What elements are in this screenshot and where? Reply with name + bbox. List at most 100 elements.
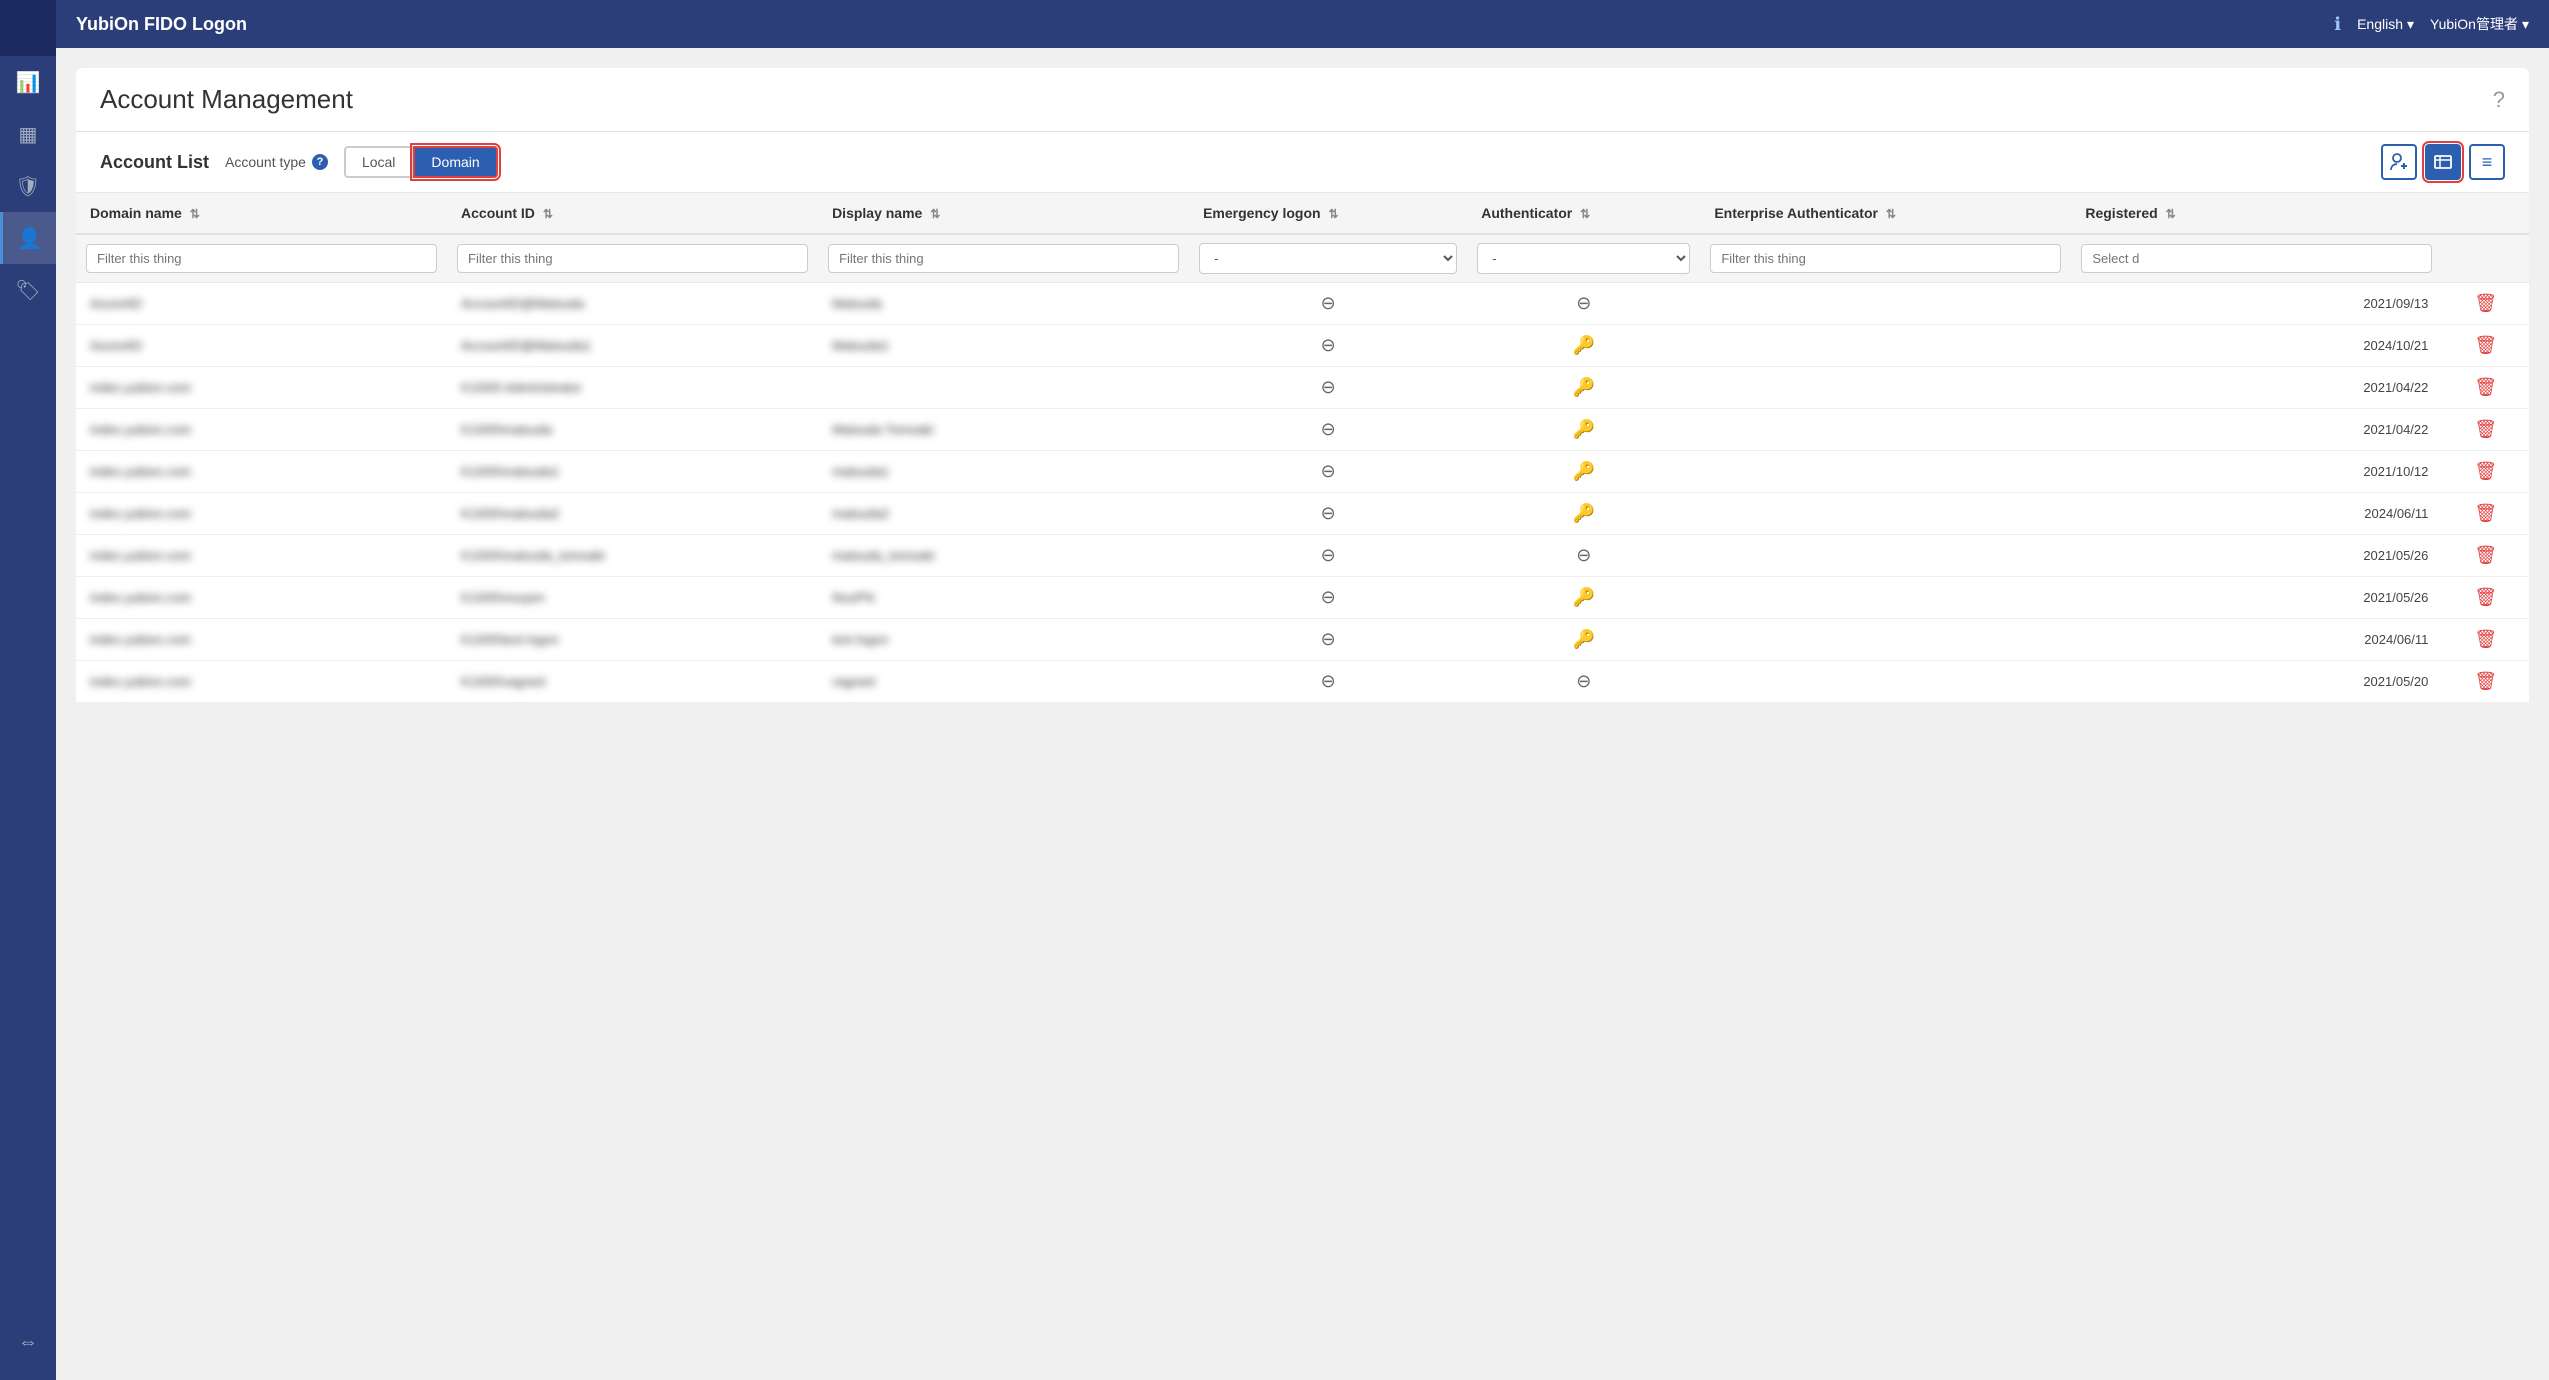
sidebar-item-reports[interactable]: ▦ xyxy=(0,108,56,160)
auth-minus-icon: ⊖ xyxy=(1576,671,1591,691)
sort-domain-icon: ⇅ xyxy=(190,207,200,221)
cell-enterprise xyxy=(1700,493,2071,535)
col-emergency-logon[interactable]: Emergency logon ⇅ xyxy=(1189,193,1467,234)
delete-icon[interactable]: 🗑 xyxy=(2474,461,2497,481)
cell-delete[interactable]: 🗑 xyxy=(2442,493,2529,535)
filter-auth-select[interactable]: - Yes No xyxy=(1477,243,1690,274)
cell-domain: index.yubion.com xyxy=(76,535,447,577)
cell-account-id: K1000\ Administrator xyxy=(447,367,818,409)
table-row: index.yubion.com K1000\matsuda2 matsuda2… xyxy=(76,493,2529,535)
type-btn-local[interactable]: Local xyxy=(344,146,413,178)
cell-emergency: ⊖ xyxy=(1189,451,1467,493)
cell-domain: index.yubion.com xyxy=(76,451,447,493)
col-registered[interactable]: Registered ⇅ xyxy=(2071,193,2442,234)
filter-auth-cell: - Yes No xyxy=(1467,234,1700,283)
cell-delete[interactable]: 🗑 xyxy=(2442,577,2529,619)
sidebar-item-security[interactable]: 🛡 xyxy=(0,160,56,212)
cell-display-name: test logon xyxy=(818,619,1189,661)
cell-display-name: matsuda_tomoaki xyxy=(818,535,1189,577)
table-row: AzureAD AccountID@Matsuda Matsuda ⊖ ⊖ 20… xyxy=(76,283,2529,325)
sidebar-item-transfer[interactable]: ⇔ xyxy=(0,1316,56,1368)
col-enterprise-label: Enterprise Authenticator xyxy=(1714,205,1878,221)
page-header: Account Management ? xyxy=(76,68,2529,132)
table-row: index.yubion.com K1000\matsuda Matsuda T… xyxy=(76,409,2529,451)
auth-key-icon: 🔑 xyxy=(1573,419,1595,439)
sidebar-item-users[interactable]: 👤 xyxy=(0,212,56,264)
cell-emergency: ⊖ xyxy=(1189,661,1467,703)
cell-auth: 🔑 xyxy=(1467,493,1700,535)
cell-registered: 2021/04/22 xyxy=(2071,409,2442,451)
table-row: index.yubion.com K1000\nouyen NouPhi ⊖ 🔑… xyxy=(76,577,2529,619)
add-user-button[interactable] xyxy=(2381,144,2417,180)
cell-emergency: ⊖ xyxy=(1189,409,1467,451)
col-actions xyxy=(2442,193,2529,234)
info-icon[interactable]: ℹ xyxy=(2334,14,2341,35)
filter-registered-input[interactable] xyxy=(2081,244,2432,273)
user-selector[interactable]: YubiOn管理者 ▾ xyxy=(2430,14,2529,34)
cell-enterprise xyxy=(1700,577,2071,619)
auth-key-icon: 🔑 xyxy=(1573,503,1595,523)
table-row: index.yubion.com K1000\test logon test l… xyxy=(76,619,2529,661)
cell-delete[interactable]: 🗑 xyxy=(2442,367,2529,409)
delete-icon[interactable]: 🗑 xyxy=(2474,377,2497,397)
account-type-area: Account type ? xyxy=(225,154,328,170)
delete-icon[interactable]: 🗑 xyxy=(2474,503,2497,523)
transfer-icon: ⇔ xyxy=(18,1331,38,1354)
filter-display-input[interactable] xyxy=(828,244,1179,273)
delete-icon[interactable]: 🗑 xyxy=(2474,671,2497,691)
language-selector[interactable]: English ▾ xyxy=(2357,16,2414,33)
cell-auth: ⊖ xyxy=(1467,283,1700,325)
cell-delete[interactable]: 🗑 xyxy=(2442,535,2529,577)
delete-icon[interactable]: 🗑 xyxy=(2474,293,2497,313)
cell-delete[interactable]: 🗑 xyxy=(2442,451,2529,493)
menu-icon: ≡ xyxy=(2482,152,2493,173)
export-button[interactable] xyxy=(2425,144,2461,180)
content-area: Account Management ? Account List Accoun… xyxy=(56,48,2549,1380)
cell-account-id: K1000\vagrant xyxy=(447,661,818,703)
filter-enterprise-input[interactable] xyxy=(1710,244,2061,273)
filter-emergency-select[interactable]: - Yes No xyxy=(1199,243,1457,274)
delete-icon[interactable]: 🗑 xyxy=(2474,629,2497,649)
cell-delete[interactable]: 🗑 xyxy=(2442,283,2529,325)
table-body: AzureAD AccountID@Matsuda Matsuda ⊖ ⊖ 20… xyxy=(76,283,2529,703)
cell-account-id: K1000\matsuda2 xyxy=(447,493,818,535)
filter-domain-input[interactable] xyxy=(86,244,437,273)
emergency-minus-icon: ⊖ xyxy=(1321,545,1336,565)
cell-delete[interactable]: 🗑 xyxy=(2442,409,2529,451)
cell-delete[interactable]: 🗑 xyxy=(2442,661,2529,703)
filter-domain-cell xyxy=(76,234,447,283)
delete-icon[interactable]: 🗑 xyxy=(2474,335,2497,355)
auth-key-icon: 🔑 xyxy=(1573,629,1595,649)
col-authenticator[interactable]: Authenticator ⇅ xyxy=(1467,193,1700,234)
col-emergency-label: Emergency logon xyxy=(1203,205,1320,221)
delete-icon[interactable]: 🗑 xyxy=(2474,419,2497,439)
col-enterprise-authenticator[interactable]: Enterprise Authenticator ⇅ xyxy=(1700,193,2071,234)
delete-icon[interactable]: 🗑 xyxy=(2474,587,2497,607)
language-label: English xyxy=(2357,16,2403,32)
col-account-id[interactable]: Account ID ⇅ xyxy=(447,193,818,234)
col-display-name[interactable]: Display name ⇅ xyxy=(818,193,1189,234)
cell-account-id: K1000\nouyen xyxy=(447,577,818,619)
account-type-help-icon[interactable]: ? xyxy=(312,154,328,170)
cell-registered: 2021/05/26 xyxy=(2071,535,2442,577)
auth-minus-icon: ⊖ xyxy=(1576,293,1591,313)
sidebar-item-tags[interactable]: 🏷 xyxy=(0,264,56,316)
col-display-name-label: Display name xyxy=(832,205,922,221)
filter-account-input[interactable] xyxy=(457,244,808,273)
add-user-icon xyxy=(2389,152,2409,172)
cell-account-id: AccountID@Matsuda1 xyxy=(447,325,818,367)
cell-delete[interactable]: 🗑 xyxy=(2442,325,2529,367)
sidebar-item-dashboard[interactable]: 📊 xyxy=(0,56,56,108)
cell-emergency: ⊖ xyxy=(1189,619,1467,661)
cell-delete[interactable]: 🗑 xyxy=(2442,619,2529,661)
page-help-icon[interactable]: ? xyxy=(2493,87,2505,113)
menu-button[interactable]: ≡ xyxy=(2469,144,2505,180)
cell-account-id: AccountID@Matsuda xyxy=(447,283,818,325)
emergency-minus-icon: ⊖ xyxy=(1321,461,1336,481)
col-domain-name-label: Domain name xyxy=(90,205,182,221)
delete-icon[interactable]: 🗑 xyxy=(2474,545,2497,565)
type-btn-domain[interactable]: Domain xyxy=(413,146,497,178)
cell-registered: 2021/10/12 xyxy=(2071,451,2442,493)
cell-account-id: K1000\matsuda xyxy=(447,409,818,451)
col-domain-name[interactable]: Domain name ⇅ xyxy=(76,193,447,234)
